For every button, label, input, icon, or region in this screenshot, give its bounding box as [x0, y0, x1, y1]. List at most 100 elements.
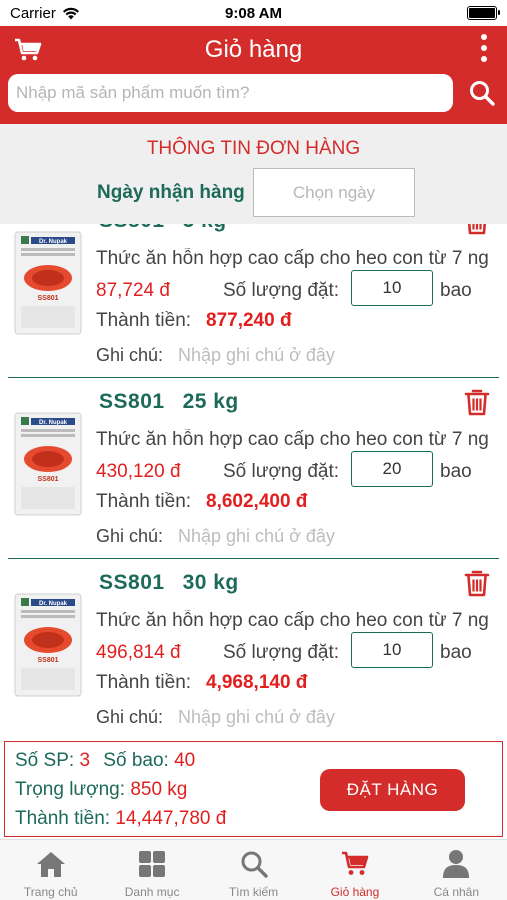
search-button-icon[interactable] — [469, 80, 495, 106]
grid-icon — [138, 849, 166, 879]
tab-categories[interactable]: Danh mục — [101, 840, 202, 900]
quantity-input[interactable] — [351, 632, 433, 668]
tab-label: Cá nhân — [433, 885, 480, 899]
note-label: Ghi chú: — [96, 707, 164, 727]
tab-bar: Trang chủ Danh mục Tìm kiếm Giỏ hàng Cá … — [0, 839, 507, 900]
order-summary: Số SP: 3 Số bao: 40 Trọng lượng: 850 kg … — [4, 741, 503, 837]
product-image: Dr. Nupak SS801 — [14, 412, 82, 516]
item-description: Thức ăn hỗn hợp cao cấp cho heo con từ 7… — [96, 610, 489, 631]
note-input[interactable] — [178, 704, 478, 730]
bag-count-value: 40 — [174, 750, 196, 771]
subtotal-value: 8,602,400 đ — [206, 491, 308, 512]
search-row — [0, 74, 507, 112]
search-icon — [240, 849, 268, 879]
quantity-unit: bao — [440, 461, 472, 482]
item-description: Thức ăn hỗn hợp cao cấp cho heo con từ 7… — [96, 248, 489, 269]
quantity-label: Số lượng đặt: — [223, 642, 340, 663]
tab-search[interactable]: Tìm kiếm — [203, 840, 304, 900]
note-label: Ghi chú: — [96, 345, 164, 365]
product-image: Dr. Nupak SS801 — [14, 231, 82, 335]
quantity-label: Số lượng đặt: — [223, 461, 340, 482]
note-input[interactable] — [178, 342, 478, 368]
subtotal-label: Thành tiền: — [96, 491, 192, 512]
item-code-line: SS801 25 kg — [99, 390, 239, 414]
item-code: SS801 — [99, 390, 165, 413]
cart-item: Dr. Nupak SS801 SS80130 kg Thức ăn hỗn — [8, 559, 499, 740]
cart-item: Dr. Nupak SS801 SS80125 kg Thức ăn hỗn — [8, 378, 499, 559]
summary-counts: Số SP: 3 Số bao: 40 — [15, 750, 195, 772]
svg-text:SS801: SS801 — [37, 476, 58, 483]
subtotal-label: Thành tiền: — [96, 310, 192, 331]
cart-item: Dr. Nupak SS801 SS8015 kg Thức ăn hỗn h — [8, 224, 499, 378]
delete-icon[interactable] — [464, 388, 490, 416]
item-code-line: SS801 30 kg — [99, 571, 239, 595]
quantity-unit: bao — [440, 280, 472, 301]
item-code: SS801 — [99, 571, 165, 594]
item-price: 87,724 đ — [96, 280, 170, 301]
user-icon — [442, 849, 470, 879]
cart-list-content: Dr. Nupak SS801 SS8015 kg Thức ăn hỗn h — [0, 224, 507, 740]
total-weight-label: Trọng lượng: — [15, 779, 126, 800]
header-row: Giỏ hàng — [0, 26, 507, 74]
svg-text:SS801: SS801 — [37, 657, 58, 664]
order-info-title: THÔNG TIN ĐƠN HÀNG — [146, 138, 361, 159]
quantity-input[interactable] — [351, 270, 433, 306]
tab-label: Tìm kiếm — [228, 885, 279, 899]
item-weight: 25 kg — [182, 390, 239, 413]
item-weight: 30 kg — [182, 571, 239, 594]
tab-home[interactable]: Trang chủ — [0, 840, 101, 900]
delete-icon[interactable] — [464, 569, 490, 597]
total-weight-value: 850 kg — [130, 779, 188, 800]
summary-total: Thành tiền: 14,447,780 đ — [15, 808, 226, 830]
home-icon — [36, 849, 66, 879]
quantity-input[interactable] — [351, 451, 433, 487]
svg-text:Dr. Nupak: Dr. Nupak — [39, 601, 68, 607]
item-price: 430,120 đ — [96, 461, 181, 482]
subtotal-value: 877,240 đ — [206, 310, 292, 331]
tab-label: Trang chủ — [23, 885, 78, 899]
tab-profile[interactable]: Cá nhân — [406, 840, 507, 900]
quantity-unit: bao — [440, 642, 472, 663]
place-order-button[interactable]: ĐẶT HÀNG — [320, 769, 465, 811]
header: Giỏ hàng — [0, 26, 507, 124]
header-cart-icon[interactable] — [14, 38, 42, 62]
summary-weight: Trọng lượng: 850 kg — [15, 779, 187, 801]
page-title: Giỏ hàng — [204, 36, 303, 63]
subtotal-value: 4,968,140 đ — [206, 672, 308, 693]
item-code-line: SS801 5 kg — [99, 224, 227, 233]
delivery-date-picker[interactable]: Chọn ngày — [253, 168, 415, 217]
delete-icon[interactable] — [464, 224, 490, 235]
note-input[interactable] — [178, 523, 478, 549]
wifi-icon — [62, 7, 79, 19]
more-menu-icon[interactable] — [481, 34, 487, 62]
tab-label: Giỏ hàng — [330, 885, 380, 899]
search-input[interactable] — [8, 74, 453, 112]
delivery-date-label: Ngày nhận hàng — [97, 182, 245, 203]
battery-icon — [467, 6, 500, 20]
grand-total-label: Thành tiền: — [15, 808, 111, 829]
item-description: Thức ăn hỗn hợp cao cấp cho heo con từ 7… — [96, 429, 489, 450]
status-left: Carrier — [10, 5, 80, 22]
status-bar: Carrier 9:08 AM — [0, 0, 507, 26]
product-count-label: Số SP: — [15, 750, 75, 771]
battery-fill — [469, 8, 495, 18]
quantity-label: Số lượng đặt: — [223, 280, 340, 301]
app-root: Carrier 9:08 AM Giỏ hàng Nhập mã sản phẩ… — [0, 0, 507, 900]
product-image: Dr. Nupak SS801 — [14, 593, 82, 697]
svg-text:Dr. Nupak: Dr. Nupak — [39, 239, 68, 245]
item-code: SS801 — [99, 224, 165, 232]
note-label: Ghi chú: — [96, 526, 164, 546]
tab-label: Danh mục — [124, 885, 180, 899]
item-price: 496,814 đ — [96, 642, 181, 663]
cart-list[interactable]: Dr. Nupak SS801 SS8015 kg Thức ăn hỗn h — [0, 224, 507, 740]
grand-total-value: 14,447,780 đ — [115, 808, 227, 829]
svg-text:Dr. Nupak: Dr. Nupak — [39, 420, 68, 426]
svg-text:SS801: SS801 — [37, 295, 58, 302]
carrier-label: Carrier — [10, 4, 56, 22]
item-weight: 5 kg — [183, 224, 227, 232]
subtotal-label: Thành tiền: — [96, 672, 192, 693]
tab-cart[interactable]: Giỏ hàng — [304, 840, 405, 900]
product-count-value: 3 — [79, 750, 91, 771]
bag-count-label: Số bao: — [103, 750, 169, 771]
order-info: THÔNG TIN ĐƠN HÀNG Ngày nhận hàng Chọn n… — [0, 124, 507, 224]
